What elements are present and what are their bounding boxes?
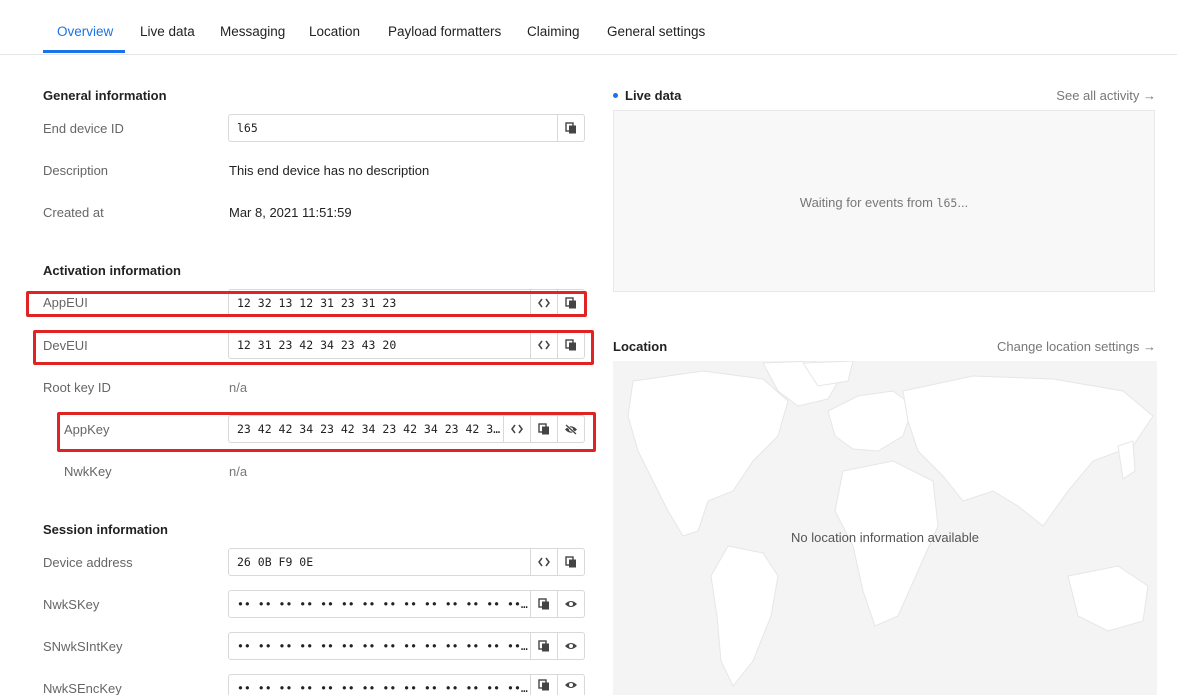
nwkskey-field: •• •• •• •• •• •• •• •• •• •• •• •• •• •… [228,590,585,618]
root-key-id-label: Root key ID [43,380,111,395]
code-icon [538,557,550,567]
nwkskey-masked-value[interactable]: •• •• •• •• •• •• •• •• •• •• •• •• •• •… [229,591,530,617]
nwkskey-label: NwkSKey [43,597,100,612]
show-value-button[interactable] [557,633,584,659]
live-indicator-dot [613,93,618,98]
copy-icon [538,679,550,691]
live-data-panel: Waiting for events from l65... [613,110,1155,292]
activation-info-title: Activation information [43,263,181,278]
tab-messaging[interactable]: Messaging [220,24,285,39]
tab-live-data[interactable]: Live data [140,24,195,39]
toggle-format-button[interactable] [530,549,557,575]
created-at-value: Mar 8, 2021 11:51:59 [229,205,352,220]
tab-general-settings[interactable]: General settings [607,24,705,39]
copy-icon [565,122,577,134]
tab-bar: Overview Live data Messaging Location Pa… [0,0,1177,55]
description-value: This end device has no description [229,163,430,178]
world-map-background [627,361,1154,687]
copy-icon [565,556,577,568]
see-all-activity-link[interactable]: See all activity → [1056,88,1156,103]
copy-button[interactable] [557,549,584,575]
snwksintkey-field: •• •• •• •• •• •• •• •• •• •• •• •• •• •… [228,632,585,660]
show-value-button[interactable] [557,591,584,617]
live-data-title: Live data [625,88,682,103]
nwkkey-label: NwkKey [64,464,112,479]
appeui-highlight [26,291,587,317]
appkey-highlight [57,412,596,452]
nwksenckey-label: NwkSEncKey [43,681,122,695]
end-device-id-label: End device ID [43,121,124,136]
tab-location[interactable]: Location [309,24,360,39]
waiting-message: Waiting for events from l65... [614,195,1154,210]
copy-button[interactable] [557,115,584,141]
created-at-label: Created at [43,205,104,220]
copy-button[interactable] [530,591,557,617]
no-location-message: No location information available [791,530,979,545]
nwksenckey-masked-value[interactable]: •• •• •• •• •• •• •• •• •• •• •• •• •• •… [229,675,530,695]
change-location-settings-link[interactable]: Change location settings → [997,339,1156,354]
end-device-id-field: l65 [228,114,585,142]
show-value-button[interactable] [557,675,584,695]
copy-button[interactable] [530,675,557,695]
location-title: Location [613,339,668,354]
session-info-title: Session information [43,522,168,537]
eye-icon [564,599,578,609]
device-address-field: 26 0B F9 0E [228,548,585,576]
nwksenckey-field: •• •• •• •• •• •• •• •• •• •• •• •• •• •… [228,674,585,695]
nwkkey-value: n/a [229,464,248,479]
snwksintkey-label: SNwkSIntKey [43,639,123,654]
deveui-highlight [33,330,594,365]
waiting-suffix: ... [957,195,969,210]
copy-icon [538,598,550,610]
tab-claiming[interactable]: Claiming [527,24,580,39]
waiting-device-id: l65 [936,196,958,210]
general-info-title: General information [43,88,167,103]
snwksintkey-masked-value[interactable]: •• •• •• •• •• •• •• •• •• •• •• •• •• •… [229,633,530,659]
waiting-prefix: Waiting for events from [799,195,937,210]
active-tab-indicator [43,50,125,53]
tab-overview[interactable]: Overview [57,24,113,39]
eye-icon [564,641,578,651]
tab-payload-formatters[interactable]: Payload formatters [388,24,501,39]
location-map[interactable]: No location information available [613,361,1157,695]
copy-icon [538,640,550,652]
end-device-id-value[interactable]: l65 [229,115,557,141]
eye-icon [564,680,578,690]
copy-button[interactable] [530,633,557,659]
device-address-value[interactable]: 26 0B F9 0E [229,549,530,575]
description-label: Description [43,163,109,178]
root-key-id-value: n/a [229,380,248,395]
device-address-label: Device address [43,555,133,570]
